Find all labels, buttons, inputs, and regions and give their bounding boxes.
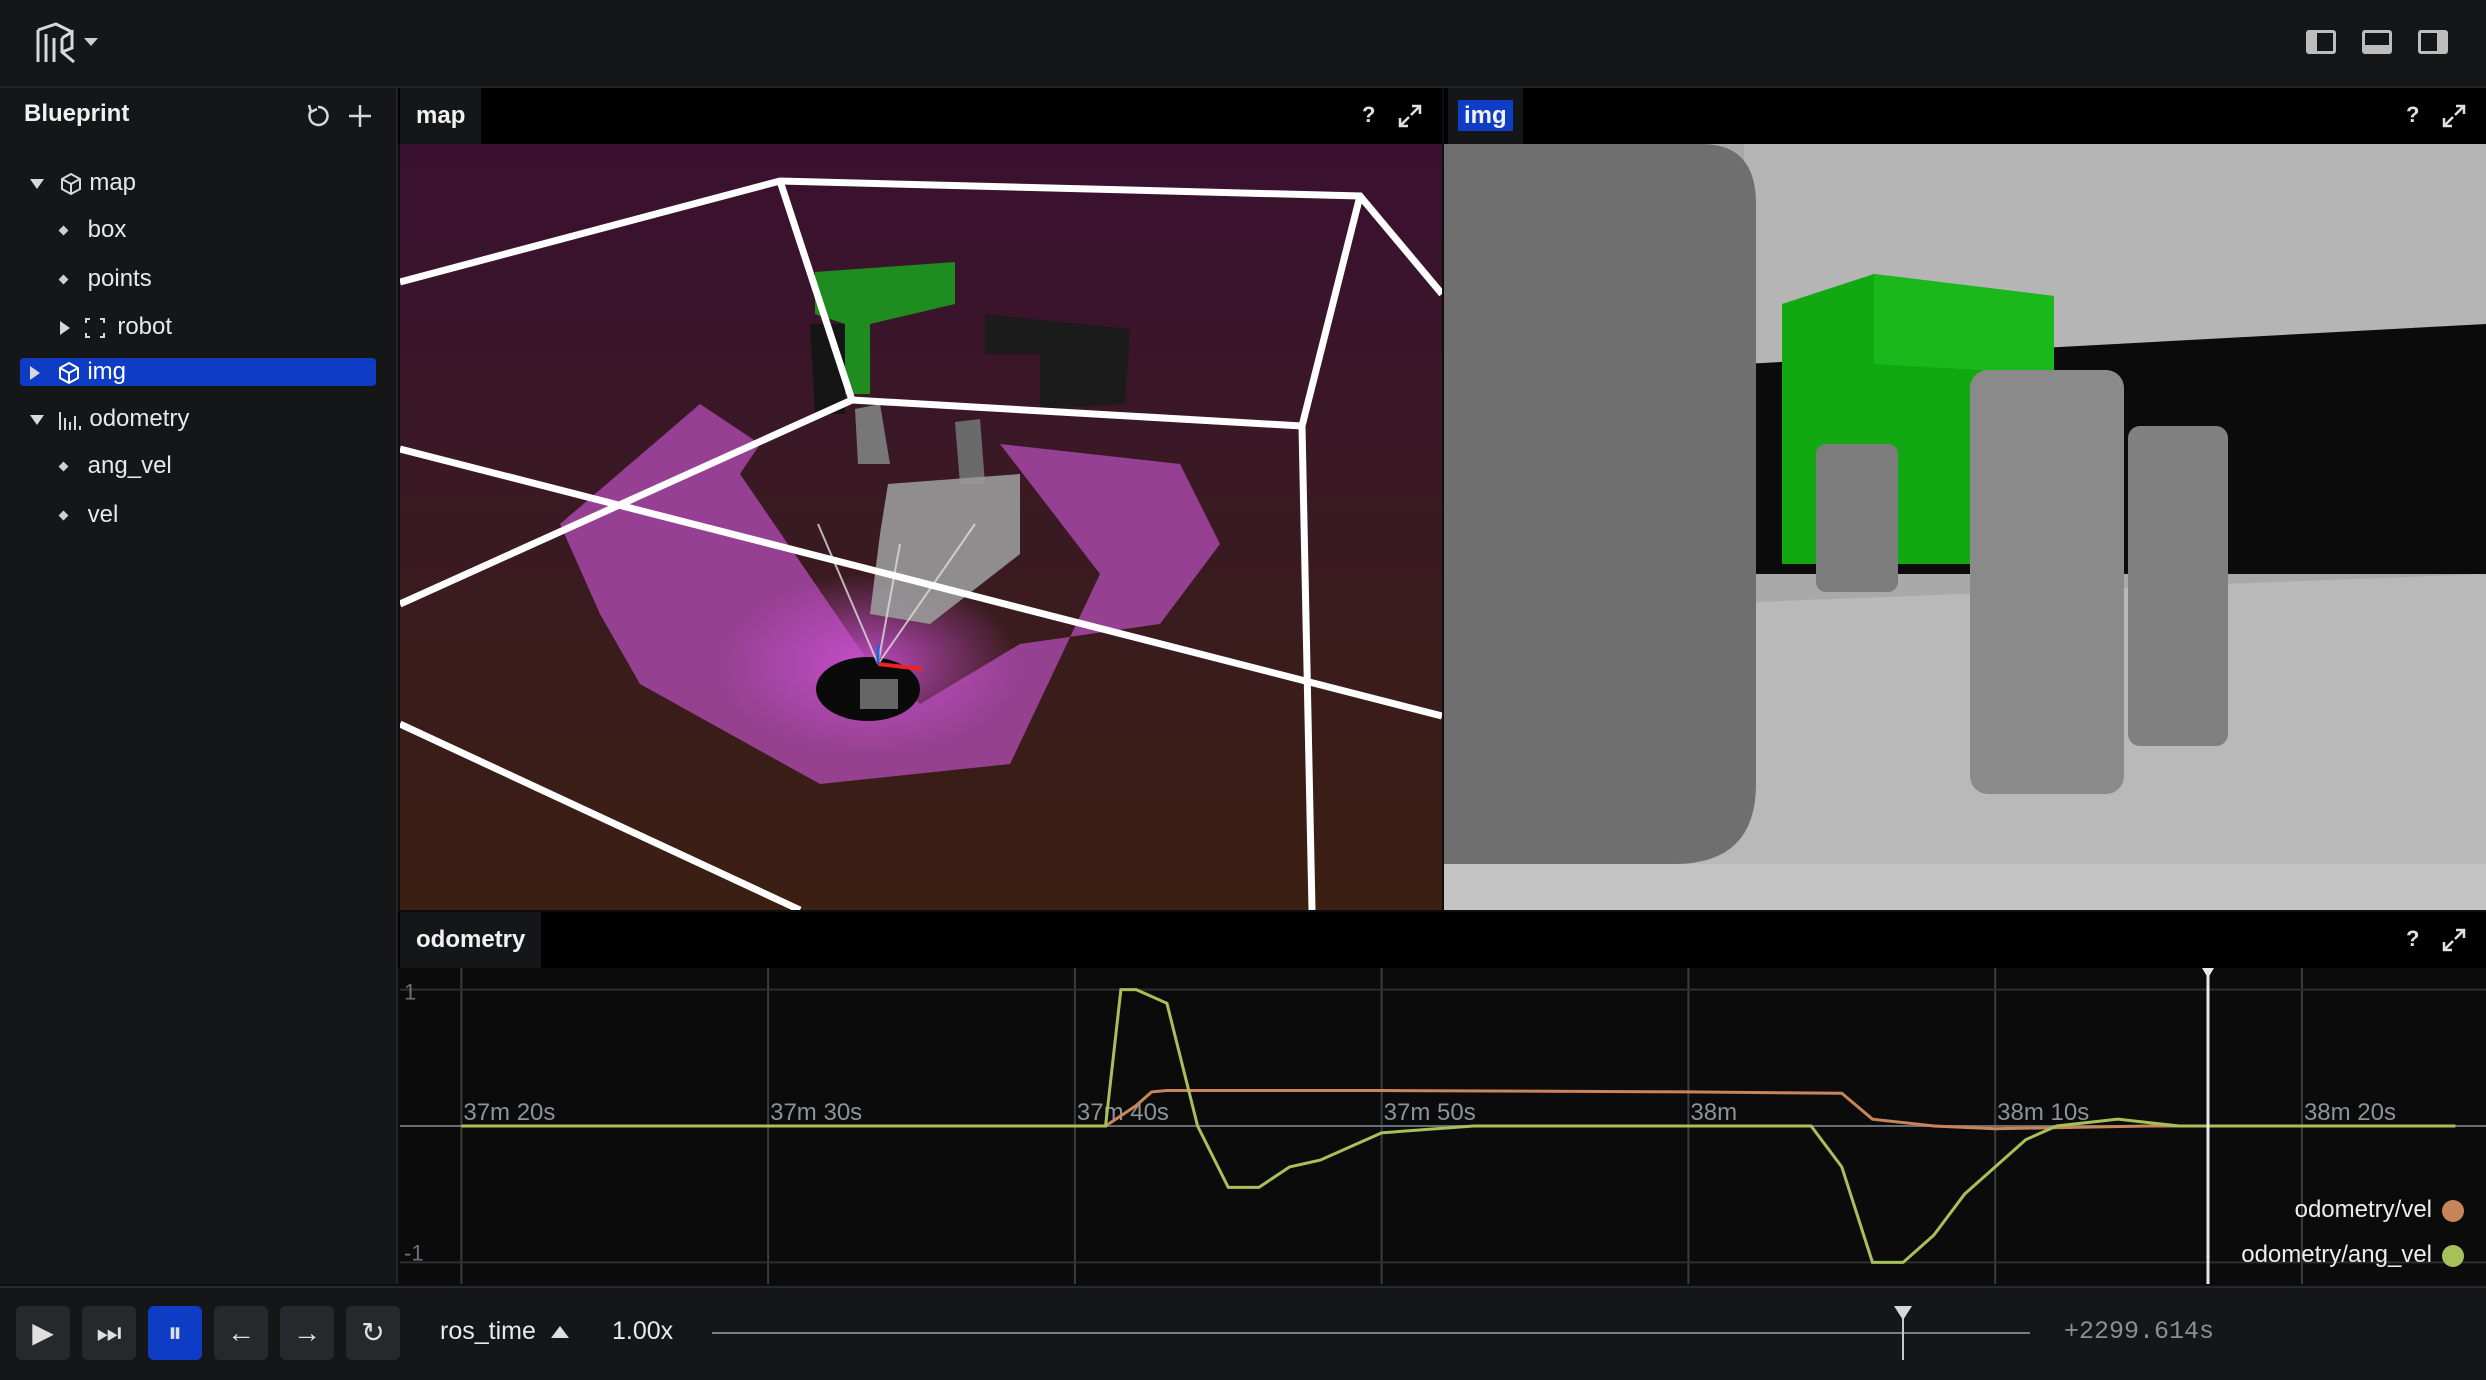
legend-color-dot (2442, 1244, 2464, 1267)
camera-image-view[interactable] (1444, 144, 2486, 910)
toggle-bottom-panel-icon[interactable] (2362, 30, 2392, 54)
legend-label: odometry/vel (2294, 1196, 2432, 1223)
y-tick-label: 1 (404, 980, 416, 1005)
tree-item-label: vel (87, 501, 119, 528)
timeline-selector[interactable]: ros_time (440, 1317, 569, 1346)
help-icon[interactable]: ? (2406, 102, 2419, 128)
legend-item-ang-vel[interactable]: odometry/ang_vel (2241, 1238, 2464, 1272)
timeline-playhead-handle[interactable] (1894, 1306, 1912, 1320)
tree-item-points[interactable]: points (58, 262, 152, 296)
tab-img[interactable]: img (1448, 88, 1523, 144)
entity-dot-icon (58, 274, 69, 285)
tree-item-label: odometry (89, 405, 190, 432)
expand-triangle-icon[interactable] (30, 414, 44, 425)
tree-item-label: map (89, 169, 137, 196)
x-tick-label: 38m (1690, 1099, 1737, 1126)
pause-button[interactable]: ⏸ (148, 1306, 202, 1360)
tree-item-robot[interactable]: robot (60, 310, 172, 344)
maximize-icon[interactable] (1396, 102, 1424, 130)
blueprint-title: Blueprint (24, 100, 130, 127)
tree-item-label: box (87, 216, 127, 243)
rerun-logo-icon[interactable] (32, 22, 80, 66)
legend-color-dot (2442, 1199, 2464, 1222)
loop-button[interactable]: ↻ (346, 1306, 400, 1360)
legend-item-vel[interactable]: odometry/vel (2295, 1193, 2464, 1227)
toggle-left-panel-icon[interactable] (2306, 30, 2336, 54)
play-button[interactable]: ▶ (16, 1306, 70, 1360)
maximize-icon[interactable] (2440, 102, 2468, 130)
help-icon[interactable]: ? (1362, 102, 1375, 128)
tab-label: img (1458, 100, 1513, 131)
cube-icon (60, 172, 81, 195)
entity-dot-icon (58, 461, 69, 472)
x-tick-label: 38m 20s (2304, 1099, 2396, 1126)
playback-speed[interactable]: 1.00x (612, 1317, 673, 1346)
tree-item-vel[interactable]: vel (58, 498, 119, 532)
entity-dot-icon (58, 510, 69, 521)
cube-icon (58, 361, 79, 384)
expand-triangle-icon[interactable] (60, 320, 70, 335)
tree-item-ang-vel[interactable]: ang_vel (58, 449, 172, 483)
tree-item-odometry[interactable]: odometry (30, 402, 189, 436)
odometry-timeseries-chart[interactable]: 37m 20s 37m 30s 37m 40s 37m 50s 38m 38m 10s 38… (400, 968, 2486, 1284)
step-forward-button[interactable]: → (280, 1306, 334, 1360)
large-cylinder (1444, 144, 1756, 864)
entity-dot-icon (58, 225, 69, 236)
help-icon[interactable]: ? (2406, 926, 2419, 952)
timeline-track[interactable] (712, 1332, 2030, 1334)
expand-triangle-icon[interactable] (30, 365, 40, 380)
odometry-panel-header (398, 912, 2486, 968)
tree-item-map[interactable]: map (30, 166, 136, 200)
x-tick-label: 38m 10s (1997, 1099, 2089, 1126)
maximize-icon[interactable] (2440, 926, 2468, 954)
top-bar (0, 0, 2486, 88)
step-back-button[interactable]: ← (214, 1306, 268, 1360)
group-icon (84, 317, 105, 338)
tab-odometry[interactable]: odometry (400, 912, 542, 968)
x-tick-label: 37m 50s (1384, 1099, 1476, 1126)
timeseries-icon (58, 411, 81, 430)
gray-cylinder (1816, 444, 1898, 592)
tree-item-img[interactable]: img (30, 355, 126, 389)
map-3d-view[interactable] (400, 144, 1442, 910)
gray-cylinder (1970, 370, 2124, 794)
toggle-right-panel-icon[interactable] (2418, 30, 2448, 54)
time-readout: +2299.614s (2064, 1317, 2215, 1346)
add-icon[interactable] (346, 102, 374, 130)
step-to-end-button[interactable]: ⏭ (82, 1306, 136, 1360)
x-tick-label: 37m 30s (770, 1099, 862, 1126)
tree-item-box[interactable]: box (58, 213, 127, 247)
y-tick-label: -1 (404, 1240, 424, 1265)
tree-item-label: ang_vel (87, 452, 172, 479)
tab-map[interactable]: map (400, 88, 482, 144)
tree-item-label: points (87, 265, 152, 292)
gray-cylinder (2128, 426, 2228, 746)
map-panel-header (398, 88, 1442, 144)
chevron-down-icon[interactable] (84, 38, 98, 46)
tree-item-label: robot (117, 313, 173, 340)
img-panel-header (1444, 88, 2486, 144)
timeline-name: ros_time (440, 1317, 536, 1345)
legend-label: odometry/ang_vel (2241, 1241, 2432, 1268)
tree-item-label: img (87, 358, 127, 385)
x-tick-label: 37m 20s (463, 1099, 555, 1126)
reset-icon[interactable] (304, 102, 332, 130)
chevron-up-icon (550, 1326, 569, 1339)
x-tick-label: 37m 40s (1077, 1099, 1169, 1126)
expand-triangle-icon[interactable] (30, 178, 44, 189)
